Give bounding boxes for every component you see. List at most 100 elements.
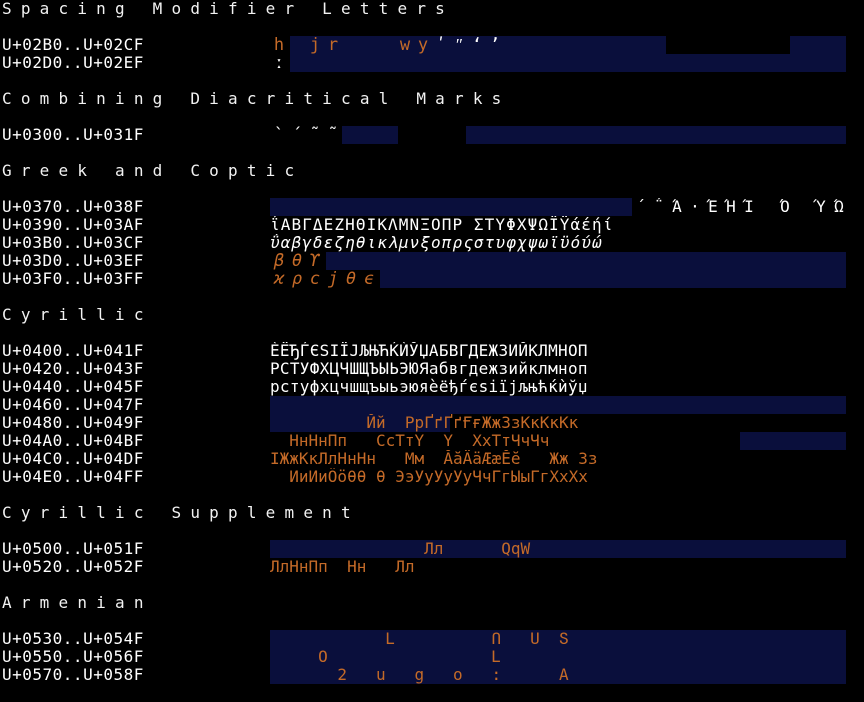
chart-row: U+0520..U+052F ЛлНнПп Нн Лл: [0, 558, 864, 576]
range-label: U+0570..U+058F: [2, 665, 144, 684]
glyph: [288, 36, 306, 54]
glyph: [342, 36, 360, 54]
chart-row: U+02B0..U+02CF h j r w y ʹ ʺ ʻ ʼ: [0, 36, 864, 54]
glyph-strip: ӀЖжКкЛлНнНн Мм ӐӑӒӓӔӕӖӗ Жж Зз: [270, 450, 598, 468]
glyph: Ί: [744, 198, 754, 216]
section-title: Combining Diacritical Marks: [2, 89, 511, 108]
glyph: y: [417, 36, 429, 54]
range-label: U+03D0..U+03EF: [2, 251, 144, 270]
glyph-strip: Լ Ո Ս Տ: [270, 630, 579, 648]
glyph: β: [273, 252, 285, 270]
glyph: Ή: [726, 198, 736, 216]
glyph: ·: [690, 198, 700, 216]
glyph: [360, 36, 378, 54]
glyph: ϒ: [309, 252, 321, 270]
glyph: ː: [273, 54, 285, 72]
range-label: U+04A0..U+04BF: [2, 431, 144, 450]
glyph-strip: h j r w y ʹ ʺ ʻ ʼ: [270, 36, 846, 54]
glyph: ˜: [327, 126, 339, 144]
glyph-strip: ЀЁЂЃЄЅІЇЈЉЊЋЌЍЎЏАБВГДЕЖЗИЙКЛМНОП: [270, 342, 588, 360]
glyph: ´: [291, 126, 303, 144]
glyph: [758, 198, 776, 216]
chart-row: U+0550..U+056F Օ Լ: [0, 648, 864, 666]
section-title: Spacing Modifier Letters: [2, 0, 454, 18]
range-label: U+0370..U+038F: [2, 197, 144, 216]
glyph: ΅: [654, 198, 664, 216]
glyph: θ: [291, 252, 303, 270]
glyph-strip: 2 u g o : A: [270, 666, 579, 684]
glyph: ϲ: [309, 270, 321, 288]
chart-row: U+0570..U+058F 2 u g o : A: [0, 666, 864, 684]
chart-row: U+0370..U+038F ΄ ΅ Ά · Έ Ή Ί Ό Ύ Ώ: [0, 198, 864, 216]
range-label: U+04E0..U+04FF: [2, 467, 144, 486]
glyph: h: [273, 36, 285, 54]
section-title: Cyrillic Supplement: [2, 503, 360, 522]
glyph: θ: [345, 270, 357, 288]
section-title: Armenian: [2, 593, 153, 612]
chart-row: U+03B0..U+03CF ΰαβγδεζηθικλμνξοπρςστυφχψ…: [0, 234, 864, 252]
glyph: Έ: [708, 198, 718, 216]
chart-row: U+04A0..U+04BF НнНнПп СсТтҮ Ү ХхТтЧчЧч: [0, 432, 864, 450]
range-label: U+0400..U+041F: [2, 341, 144, 360]
glyph: ϰ: [273, 270, 285, 288]
section-title: Greek and Coptic: [2, 161, 304, 180]
range-label: U+0300..U+031F: [2, 125, 144, 144]
chart-row: U+0300..U+031F ` ´ ˜ ˜: [0, 126, 864, 144]
chart-row: U+0500..U+051F Лл ԚԛW: [0, 540, 864, 558]
chart-row: U+0420..U+043F РСТУФХЦЧШЩЪЫЬЭЮЯабвгдежзи…: [0, 360, 864, 378]
glyph: Ύ: [816, 198, 826, 216]
range-label: U+0390..U+03AF: [2, 215, 144, 234]
glyph: Ώ: [834, 198, 844, 216]
glyph: ʼ: [489, 36, 501, 54]
chart-row: U+04C0..U+04DF ӀЖжКкЛлНнНн Мм ӐӑӒӓӔӕӖӗ Ж…: [0, 450, 864, 468]
missing-band: [270, 198, 632, 216]
glyph-strip: рстуфхцчшщъыьэюяѐёђѓєѕіїјљњћќѝўџ: [270, 378, 588, 396]
glyph: ˜: [309, 126, 321, 144]
glyph-strip: ЛлНнПп Нн Лл: [270, 558, 579, 576]
range-label: U+0500..U+051F: [2, 539, 144, 558]
glyph: w: [399, 36, 411, 54]
range-label: U+0460..U+047F: [2, 395, 144, 414]
glyph: [378, 36, 396, 54]
range-label: U+0520..U+052F: [2, 557, 144, 576]
glyph-strip: Йй РрҐґҐґҒғЖжЗзКкКкКк: [270, 414, 579, 432]
glyph-strip: ː: [270, 54, 846, 72]
unicode-chart-screen: Spacing Modifier Letters U+02B0..U+02CF …: [0, 0, 864, 702]
chart-row: U+0480..U+049F Йй РрҐґҐґҒғЖжЗзКкКкКк: [0, 414, 864, 432]
range-label: U+03B0..U+03CF: [2, 233, 144, 252]
chart-row: U+03F0..U+03FF ϰ ρ ϲ ϳ θ ϵ: [0, 270, 864, 288]
glyph-strip: РСТУФХЦЧШЩЪЫЬЭЮЯабвгдежзийклмноп: [270, 360, 588, 378]
chart-row: U+0390..U+03AF ΐΑΒΓΔΕΖΗΘΙΚΛΜΝΞΟΠΡ ΣΤΥΦΧΨ…: [0, 216, 864, 234]
chart-row: U+0400..U+041F ЀЁЂЃЄЅІЇЈЉЊЋЌЍЎЏАБВГДЕЖЗИ…: [0, 342, 864, 360]
chart-row: U+0530..U+054F Լ Ո Ս Տ: [0, 630, 864, 648]
glyph: `: [273, 126, 285, 144]
glyph-strip: ` ´ ˜ ˜: [270, 126, 846, 144]
glyph-strip: ϰ ρ ϲ ϳ θ ϵ: [270, 270, 846, 288]
glyph: ϵ: [363, 270, 375, 288]
chart-row: U+04E0..U+04FF ИиИиӦӧθθ θ ЭэУуУуУуЧчГгЫы…: [0, 468, 864, 486]
glyph: ʹ: [435, 36, 447, 54]
chart-row: U+0460..U+047F: [0, 396, 864, 414]
range-label: U+0440..U+045F: [2, 377, 144, 396]
range-label: U+02B0..U+02CF: [2, 35, 144, 54]
missing-band: [270, 396, 846, 414]
section-title: Cyrillic: [2, 305, 153, 324]
chart-row: U+03D0..U+03EF β θ ϒ: [0, 252, 864, 270]
chart-row: U+0440..U+045F рстуфхцчшщъыьэюяѐёђѓєѕіїј…: [0, 378, 864, 396]
range-label: U+02D0..U+02EF: [2, 53, 144, 72]
glyph-strip: ΰαβγδεζηθικλμνξοπρςστυφχψωϊϋόύώ: [270, 234, 614, 252]
range-label: U+0530..U+054F: [2, 629, 144, 648]
glyph: ΄: [636, 198, 646, 216]
glyph: ʺ: [455, 36, 463, 54]
glyph-strip: β θ ϒ: [270, 252, 846, 270]
chart-row: U+02D0..U+02EF ː: [0, 54, 864, 72]
range-label: U+0550..U+056F: [2, 647, 144, 666]
glyph: Ά: [672, 198, 682, 216]
glyph: Ό: [780, 198, 790, 216]
glyph-strip: ΐΑΒΓΔΕΖΗΘΙΚΛΜΝΞΟΠΡ ΣΤΥΦΧΨΩΪΫάέήί: [270, 216, 614, 234]
glyph-strip: ΄ ΅ Ά · Έ Ή Ί Ό Ύ Ώ: [632, 198, 846, 216]
range-label: U+04C0..U+04DF: [2, 449, 144, 468]
glyph: j: [309, 36, 321, 54]
glyph: [794, 198, 812, 216]
glyph-strip: НнНнПп СсТтҮ Ү ХхТтЧчЧч: [270, 432, 579, 450]
